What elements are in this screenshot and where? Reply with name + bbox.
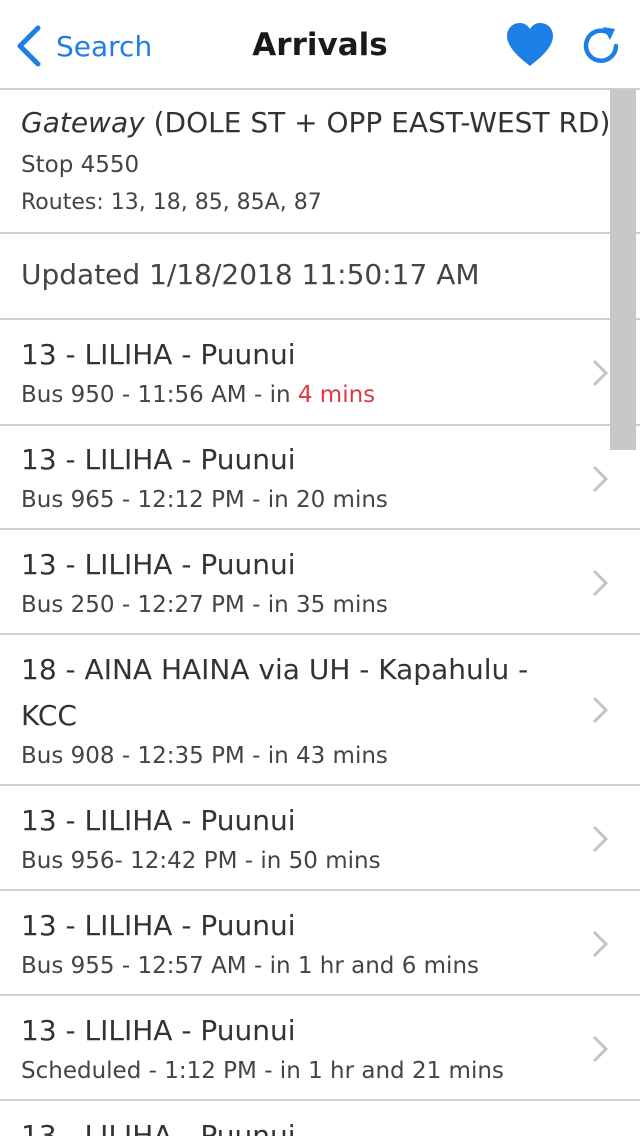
arrival-route: 13 - LILIHA - Puunui (21, 909, 296, 942)
arrival-row[interactable]: 13 - LILIHA - Puunui Bus 950 - 11:56 AM … (0, 320, 640, 426)
chevron-right-icon (592, 569, 609, 597)
arrival-route: 13 - LILIHA - Puunui (21, 548, 296, 581)
stop-name: Gateway (DOLE ST + OPP EAST-WEST RD) (21, 106, 610, 139)
back-button[interactable]: Search (14, 24, 152, 68)
back-button-label: Search (56, 29, 153, 63)
arrival-detail: Scheduled - 1:12 PM - in 1 hr and 21 min… (21, 1058, 504, 1084)
refresh-icon[interactable] (580, 24, 622, 66)
heart-icon[interactable] (505, 22, 555, 68)
arrival-detail-text: Bus 950 - 11:56 AM - in (21, 382, 298, 408)
arrival-detail: Bus 250 - 12:27 PM - in 35 mins (21, 592, 388, 618)
navigation-bar: Search Arrivals (0, 0, 640, 90)
arrival-detail: Bus 955 - 12:57 AM - in 1 hr and 6 mins (21, 953, 480, 979)
arrival-row[interactable]: 13 - LILIHA - Puunui Bus 955 - 12:57 AM … (0, 891, 640, 996)
arrival-route: 13 - LILIHA - Puunui (21, 443, 296, 476)
scrollbar[interactable] (610, 89, 636, 450)
arrival-row[interactable]: 18 - AINA HAINA via UH - Kapahulu - KCC … (0, 635, 640, 786)
arrival-route: 13 - LILIHA - Puunui (21, 1014, 296, 1047)
arrival-row[interactable]: 13 - LILIHA - Puunui Bus 956- 12:42 PM -… (0, 786, 640, 891)
chevron-right-icon (592, 1035, 609, 1063)
arrival-detail: Bus 965 - 12:12 PM - in 20 mins (21, 487, 388, 513)
stop-routes: Routes: 13, 18, 85, 85A, 87 (21, 190, 322, 215)
arrival-eta: 4 mins (297, 382, 376, 408)
chevron-right-icon (592, 930, 609, 958)
arrival-row[interactable]: 13 - LILIHA - Puunui (0, 1101, 640, 1136)
arrival-row[interactable]: 13 - LILIHA - Puunui Scheduled - 1:12 PM… (0, 996, 640, 1101)
chevron-right-icon (592, 359, 609, 387)
updated-timestamp: Updated 1/18/2018 11:50:17 AM (21, 258, 480, 291)
chevron-right-icon (592, 465, 609, 493)
chevron-left-icon (17, 25, 41, 67)
stop-location: (DOLE ST + OPP EAST-WEST RD) (153, 106, 611, 139)
arrival-route: 18 - AINA HAINA via UH - Kapahulu - KCC (21, 653, 529, 732)
chevron-right-icon (592, 825, 609, 853)
stop-number: Stop 4550 (21, 152, 140, 178)
arrival-route: 13 - LILIHA - Puunui (21, 338, 296, 371)
arrival-row[interactable]: 13 - LILIHA - Puunui Bus 250 - 12:27 PM … (0, 530, 640, 635)
arrival-detail: Bus 950 - 11:56 AM - in 4 mins (21, 382, 375, 408)
arrival-detail: Bus 956- 12:42 PM - in 50 mins (21, 848, 381, 874)
stop-title: Gateway (21, 106, 145, 139)
arrival-route: 13 - LILIHA - Puunui (21, 804, 296, 837)
arrival-row[interactable]: 13 - LILIHA - Puunui Bus 965 - 12:12 PM … (0, 426, 640, 530)
chevron-right-icon (592, 696, 609, 724)
arrival-route: 13 - LILIHA - Puunui (21, 1119, 296, 1136)
arrival-detail: Bus 908 - 12:35 PM - in 43 mins (21, 743, 388, 769)
